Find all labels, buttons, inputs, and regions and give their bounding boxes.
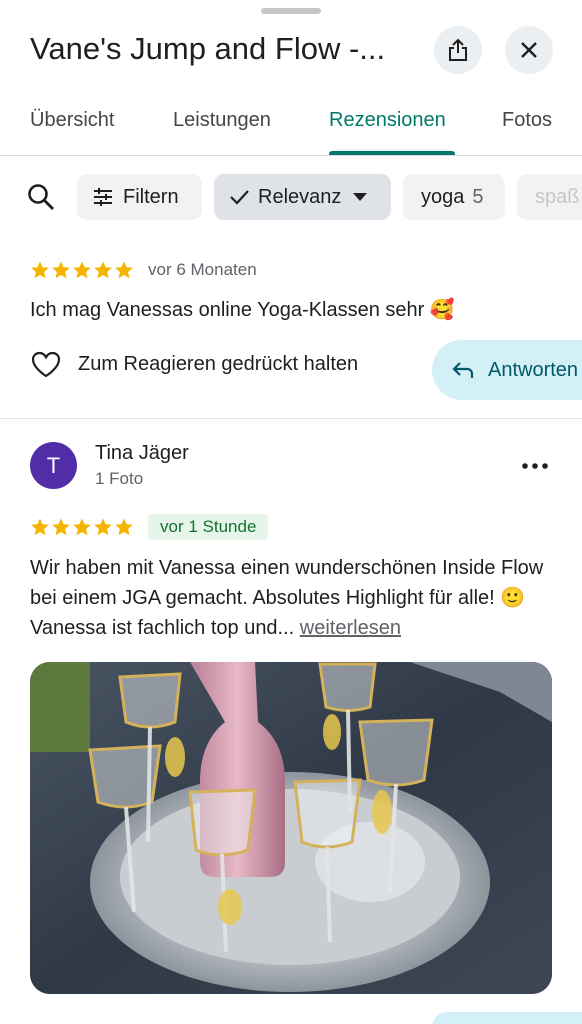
react-button[interactable]: Zum Reagieren gedrückt halten — [30, 350, 358, 378]
drag-handle[interactable] — [261, 8, 321, 14]
review-photo-image — [30, 662, 552, 994]
read-more-link[interactable]: weiterlesen — [300, 617, 401, 639]
review-time: vor 6 Monaten — [148, 260, 257, 279]
review-body: Wir haben mit Vanessa einen wunderschöne… — [30, 557, 544, 639]
reply-button[interactable]: Antworten — [432, 340, 582, 400]
active-tab-indicator — [329, 151, 455, 155]
share-icon — [449, 38, 467, 61]
star-rating — [30, 260, 134, 280]
review-meta: vor 6 Monaten — [30, 260, 257, 280]
reply-icon — [452, 362, 474, 378]
topic-chip-label: yoga — [421, 185, 465, 208]
next-reply-button[interactable] — [432, 1012, 582, 1024]
star-icon — [73, 261, 91, 279]
share-button[interactable] — [434, 26, 482, 74]
tab-photos[interactable]: Fotos — [502, 106, 552, 134]
star-icon — [52, 518, 70, 536]
review-filter-bar: Filtern Relevanz yoga 5 spaß — [0, 172, 582, 224]
close-icon — [521, 42, 537, 58]
more-vert-icon — [522, 463, 548, 469]
star-icon — [73, 518, 91, 536]
more-options-button[interactable] — [516, 454, 554, 478]
topic-chip-yoga[interactable]: yoga 5 — [403, 174, 505, 220]
star-icon — [31, 261, 49, 279]
tab-overview[interactable]: Übersicht — [30, 106, 114, 134]
reply-label: Antworten — [488, 358, 579, 381]
topic-chip-partial-label: spaß — [535, 185, 580, 208]
bottom-sheet: Vane's Jump and Flow -... Übersicht Leis… — [0, 0, 582, 1024]
dropdown-arrow-icon — [353, 193, 368, 201]
search-icon[interactable] — [26, 182, 56, 212]
tab-reviews[interactable]: Rezensionen — [329, 106, 446, 134]
review-divider — [0, 418, 582, 419]
star-icon — [52, 261, 70, 279]
star-icon — [115, 518, 133, 536]
close-button[interactable] — [505, 26, 553, 74]
star-icon — [94, 261, 112, 279]
checkmark-icon — [230, 190, 249, 205]
review-text: Wir haben mit Vanessa einen wunderschöne… — [30, 553, 560, 643]
topic-chip-count: 5 — [472, 185, 484, 208]
react-label: Zum Reagieren gedrückt halten — [78, 352, 359, 375]
place-title: Vane's Jump and Flow -... — [30, 31, 386, 66]
topic-chip-partial[interactable]: spaß — [517, 174, 582, 220]
tab-bar: Übersicht Leistungen Rezensionen Fotos — [0, 100, 582, 156]
review-text: Ich mag Vanessas online Yoga-Klassen seh… — [30, 299, 455, 321]
star-rating — [30, 517, 134, 537]
new-review-badge: vor 1 Stunde — [148, 514, 269, 540]
filter-chip-label: Filtern — [123, 185, 179, 208]
avatar[interactable]: T — [30, 442, 77, 489]
tab-services[interactable]: Leistungen — [173, 106, 271, 134]
review-meta: vor 1 Stunde — [30, 514, 269, 540]
review-author-photo-count: 1 Foto — [95, 469, 144, 488]
star-icon — [94, 518, 112, 536]
filter-chip[interactable]: Filtern — [77, 174, 202, 220]
review-photo[interactable] — [30, 662, 552, 994]
star-icon — [31, 518, 49, 536]
sort-chip[interactable]: Relevanz — [214, 174, 391, 220]
tune-icon — [94, 188, 112, 206]
heart-icon — [31, 351, 61, 378]
review-author[interactable]: Tina Jäger — [95, 442, 189, 465]
sort-chip-label: Relevanz — [258, 185, 342, 208]
star-icon — [115, 261, 133, 279]
